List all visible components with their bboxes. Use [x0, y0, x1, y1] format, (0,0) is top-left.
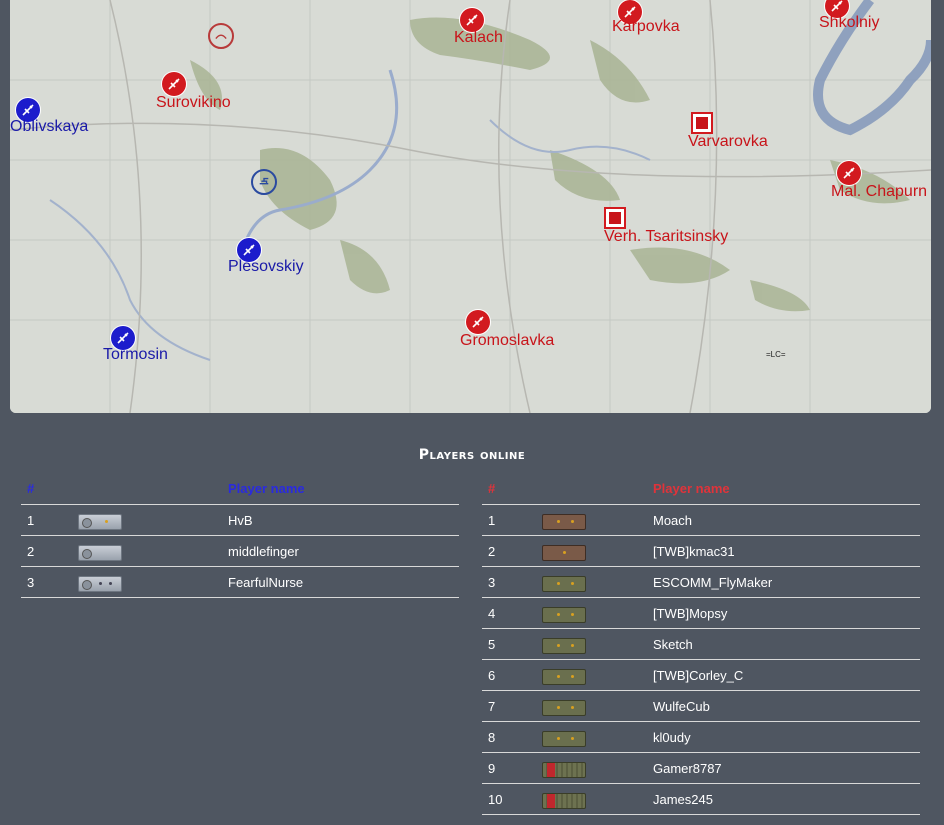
rank-insignia-icon [542, 576, 586, 592]
row-number: 9 [488, 761, 496, 776]
rank-insignia-icon [542, 545, 586, 561]
marker-label: Shkolniy [819, 14, 880, 31]
row-number: 2 [27, 544, 35, 559]
player-name: [TWB]kmac31 [653, 544, 735, 559]
marker-label: Gromoslavka [460, 332, 555, 349]
table-row[interactable]: 10 James245 [482, 784, 920, 815]
map-note: =LC= [766, 350, 786, 359]
table-header: # Player name [21, 478, 459, 505]
rank-insignia-icon [542, 514, 586, 530]
rank-insignia-icon [542, 700, 586, 716]
rank-insignia-icon [542, 762, 586, 778]
factory-icon [604, 207, 626, 229]
table-row[interactable]: 1 Moach [482, 505, 920, 536]
table-row[interactable]: 9 Gamer8787 [482, 753, 920, 784]
player-name: [TWB]Corley_C [653, 668, 744, 683]
player-name: Sketch [653, 637, 693, 652]
table-row[interactable]: 3 FearfulNurse [21, 567, 459, 598]
marker-label: Kalach [454, 29, 503, 46]
table-header: # Player name [482, 478, 920, 505]
rank-insignia-icon [78, 545, 122, 561]
col-number-header: # [488, 481, 496, 496]
player-name: HvB [228, 513, 253, 528]
table-row[interactable]: 8 kl0udy [482, 722, 920, 753]
marker-label: Verh. Tsaritsinsky [604, 228, 729, 245]
plane-icon [466, 310, 490, 334]
player-name: WulfeCub [653, 699, 710, 714]
marker-label: Surovikino [156, 94, 231, 111]
rank-insignia-icon [542, 669, 586, 685]
player-name: FearfulNurse [228, 575, 304, 590]
player-name: Moach [653, 513, 693, 528]
tank-target-icon[interactable] [251, 169, 277, 195]
rank-insignia-icon [542, 793, 586, 809]
table-row[interactable]: 5 Sketch [482, 629, 920, 660]
marker-label: Tormosin [103, 346, 168, 363]
row-number: 2 [488, 544, 496, 559]
rank-insignia-icon [78, 576, 122, 592]
row-number: 3 [27, 575, 35, 590]
player-name: middlefinger [228, 544, 299, 559]
table-row[interactable]: 1 HvB [21, 505, 459, 536]
player-name: kl0udy [653, 730, 691, 745]
col-name-header: Player name [653, 481, 730, 496]
player-name: James245 [653, 792, 713, 807]
col-name-header: Player name [228, 481, 305, 496]
plane-icon [162, 72, 186, 96]
marker-label: Mal. Chapurn [831, 183, 928, 200]
marker-label: Oblivskaya [10, 118, 89, 135]
map-view[interactable]: Oblivskaya Surovikino Kalach Karpovka Sh… [10, 0, 931, 413]
rank-insignia-icon [78, 514, 122, 530]
row-number: 10 [488, 792, 503, 807]
table-row[interactable]: 2 middlefinger [21, 536, 459, 567]
table-row[interactable]: 6 [TWB]Corley_C [482, 660, 920, 691]
blue-players-table: # Player name 1 HvB 2 middlefinger 3 Fea… [21, 478, 459, 598]
marker-label: Plesovskiy [228, 258, 304, 275]
row-number: 7 [488, 699, 496, 714]
table-row[interactable]: 4 [TWB]Mopsy [482, 598, 920, 629]
table-row[interactable]: 2 [TWB]kmac31 [482, 536, 920, 567]
table-row[interactable]: 7 WulfeCub [482, 691, 920, 722]
row-number: 6 [488, 668, 496, 683]
bridge-target-icon[interactable] [208, 23, 234, 49]
rank-insignia-icon [542, 731, 586, 747]
col-number-header: # [27, 481, 35, 496]
row-number: 5 [488, 637, 496, 652]
player-name: [TWB]Mopsy [653, 606, 728, 621]
plane-icon [837, 161, 861, 185]
row-number: 1 [488, 513, 496, 528]
player-name: Gamer8787 [653, 761, 722, 776]
row-number: 3 [488, 575, 496, 590]
table-row[interactable]: 3 ESCOMM_FlyMaker [482, 567, 920, 598]
player-name: ESCOMM_FlyMaker [653, 575, 773, 590]
row-number: 8 [488, 730, 496, 745]
factory-icon [691, 112, 713, 134]
rank-insignia-icon [542, 607, 586, 623]
marker-label: Varvarovka [688, 133, 768, 150]
rank-insignia-icon [542, 638, 586, 654]
players-online-title: Players online [418, 447, 526, 463]
row-number: 1 [27, 513, 35, 528]
row-number: 4 [488, 606, 496, 621]
red-players-table: # Player name 1 Moach 2 [TWB]kmac31 3 ES… [482, 478, 920, 815]
marker-label: Karpovka [612, 18, 680, 35]
